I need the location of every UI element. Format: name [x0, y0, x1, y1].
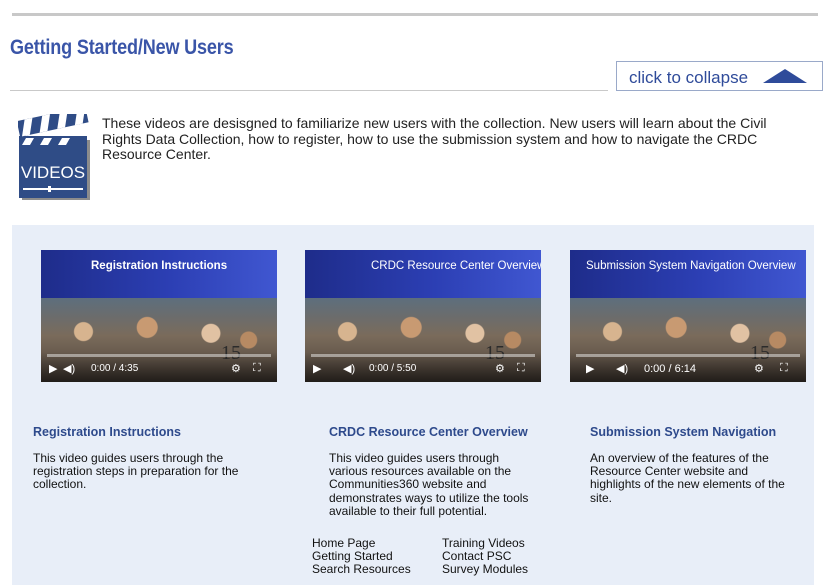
progress-bar[interactable] — [311, 354, 535, 357]
videos-clapperboard-logo: VIDEOS — [18, 114, 90, 200]
logo-text: VIDEOS — [21, 163, 85, 182]
video-label-submission-system[interactable]: Submission System Navigation — [590, 425, 776, 439]
video-time: 0:00 / 6:14 — [644, 363, 696, 375]
videos-panel: Registration Instructions 15 ▶ ◀) 0:00 /… — [12, 225, 814, 585]
play-icon[interactable]: ▶ — [49, 362, 57, 375]
video-thumb-title: CRDC Resource Center Overview — [371, 260, 541, 272]
progress-bar[interactable] — [47, 354, 271, 357]
video-time: 0:00 / 5:50 — [369, 363, 417, 374]
settings-gear-icon[interactable]: ⚙ — [231, 362, 241, 375]
video-label-resource-center[interactable]: CRDC Resource Center Overview — [329, 425, 528, 439]
intro-text: These videos are desisgned to familiariz… — [102, 115, 767, 162]
play-icon[interactable]: ▶ — [586, 362, 594, 375]
video-player-resource-center[interactable]: CRDC Resource Center Overview 15 ▶ ◀) 0:… — [305, 250, 541, 382]
video-time: 0:00 / 4:35 — [91, 363, 139, 374]
fullscreen-icon[interactable]: ⛶ — [253, 362, 261, 375]
video-player-submission-system[interactable]: Submission System Navigation Overview 15… — [570, 250, 806, 382]
chevron-up-icon — [763, 69, 807, 83]
fullscreen-icon[interactable]: ⛶ — [780, 362, 788, 375]
settings-gear-icon[interactable]: ⚙ — [495, 362, 505, 375]
video-label-registration[interactable]: Registration Instructions — [33, 425, 181, 439]
volume-icon[interactable]: ◀) — [63, 362, 75, 375]
collapse-label: click to collapse — [629, 68, 749, 87]
volume-icon[interactable]: ◀) — [343, 362, 355, 375]
play-icon[interactable]: ▶ — [313, 362, 321, 375]
video-description: This video guides users through the regi… — [33, 451, 239, 492]
video-player-registration[interactable]: Registration Instructions 15 ▶ ◀) 0:00 /… — [41, 250, 277, 382]
video-thumb-title: Registration Instructions — [91, 260, 228, 272]
link-search-resources[interactable]: Search Resources — [312, 563, 411, 576]
footer-links-right: Training Videos Contact PSC Survey Modul… — [442, 537, 528, 576]
progress-bar[interactable] — [576, 354, 800, 357]
video-thumb-title: Submission System Navigation Overview — [586, 260, 796, 272]
settings-gear-icon[interactable]: ⚙ — [754, 362, 764, 375]
video-description: An overview of the features of the Resou… — [590, 451, 785, 505]
title-underline — [10, 90, 608, 91]
section-title: Getting Started/New Users — [10, 36, 234, 59]
link-survey-modules[interactable]: Survey Modules — [442, 563, 528, 576]
top-divider — [12, 13, 818, 16]
fullscreen-icon[interactable]: ⛶ — [517, 362, 525, 375]
footer-links-left: Home Page Getting Started Search Resourc… — [312, 537, 411, 576]
video-description: This video guides users through various … — [329, 451, 529, 518]
collapse-button[interactable]: click to collapse — [616, 61, 823, 91]
volume-icon[interactable]: ◀) — [616, 362, 628, 375]
